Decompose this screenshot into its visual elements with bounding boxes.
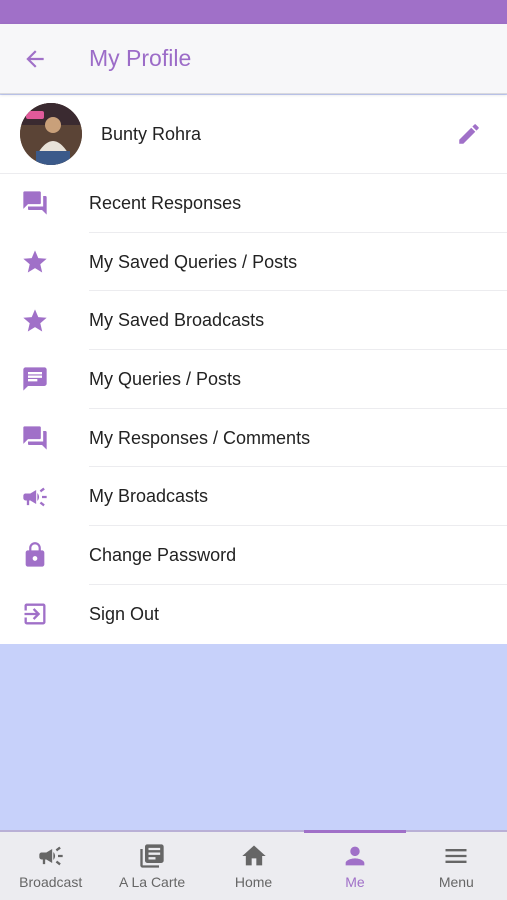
tab-me[interactable]: Me [304, 830, 407, 900]
menu-item-label: My Saved Queries / Posts [89, 251, 298, 272]
menu-item-my-queries[interactable]: My Queries / Posts [0, 350, 507, 409]
menu-item-my-broadcasts[interactable]: My Broadcasts [0, 467, 507, 526]
lock-icon [25, 542, 45, 568]
arrow-left-icon [26, 49, 44, 68]
sign-out-icon [24, 603, 46, 625]
profile-menu-list: Bunty Rohra Recent Responses My Saved Qu… [0, 95, 507, 644]
bottom-tab-bar: Broadcast A La Carte Home Me Menu [0, 830, 507, 900]
megaphone-icon [23, 487, 47, 507]
tab-label: Me [345, 874, 365, 890]
tab-a-la-carte[interactable]: A La Carte [101, 832, 202, 900]
back-button[interactable] [0, 24, 70, 94]
page-title: My Profile [89, 45, 192, 71]
tab-label: Menu [438, 874, 474, 890]
menu-item-label: My Saved Broadcasts [89, 310, 265, 331]
avatar [20, 103, 82, 165]
tab-label: Home [234, 874, 273, 890]
tab-menu[interactable]: Menu [406, 832, 507, 900]
menu-item-saved-queries[interactable]: My Saved Queries / Posts [0, 233, 507, 292]
hamburger-menu-icon [445, 849, 467, 863]
person-icon [345, 846, 365, 866]
menu-item-recent-responses[interactable]: Recent Responses [0, 174, 507, 233]
chat-bubbles-icon [23, 191, 47, 216]
star-icon [23, 309, 47, 332]
star-icon [23, 250, 47, 273]
menu-item-label: My Queries / Posts [89, 368, 242, 389]
pencil-icon [459, 124, 479, 144]
menu-item-label: Recent Responses [89, 192, 242, 213]
home-icon [241, 845, 266, 866]
tab-label: Broadcast [19, 874, 83, 890]
menu-item-label: Change Password [89, 544, 237, 565]
profile-name: Bunty Rohra [101, 123, 202, 144]
menu-item-sign-out[interactable]: Sign Out [0, 585, 507, 644]
status-bar [0, 0, 507, 24]
chat-bubbles-icon [23, 426, 47, 450]
megaphone-icon [39, 846, 63, 866]
message-icon [23, 367, 47, 392]
menu-item-label: Sign Out [89, 603, 160, 624]
tab-home[interactable]: Home [203, 832, 304, 900]
menu-item-saved-broadcasts[interactable]: My Saved Broadcasts [0, 291, 507, 350]
app-header: My Profile [0, 24, 507, 94]
menu-item-label: My Responses / Comments [89, 427, 311, 448]
tab-label: A La Carte [119, 874, 186, 890]
tab-broadcast[interactable]: Broadcast [0, 832, 101, 900]
newspaper-icon [140, 844, 164, 868]
menu-item-my-responses[interactable]: My Responses / Comments [0, 409, 507, 468]
menu-item-label: My Broadcasts [89, 486, 209, 507]
profile-row[interactable]: Bunty Rohra [0, 95, 507, 174]
edit-profile-button[interactable] [439, 104, 499, 164]
menu-item-change-password[interactable]: Change Password [0, 526, 507, 585]
avatar-image [20, 103, 82, 165]
